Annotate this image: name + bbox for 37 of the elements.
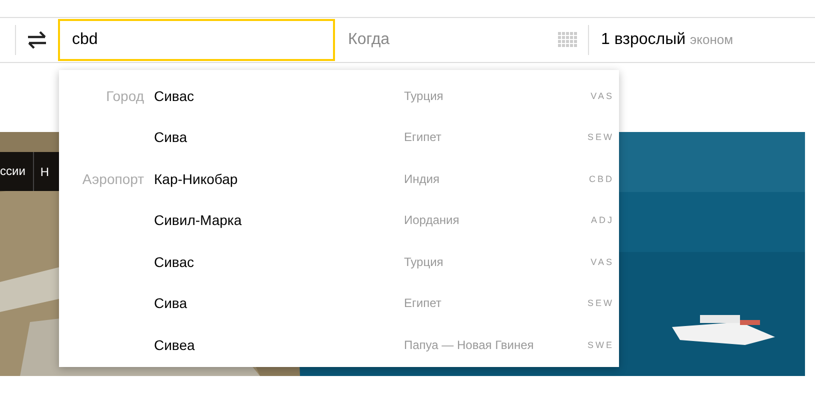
suggestion-item[interactable]: Сивеа Папуа — Новая Гвинея SWE xyxy=(59,324,619,366)
suggestion-item[interactable]: Сивил-Марка Иордания ADJ xyxy=(59,200,619,241)
airport-code: VAS xyxy=(590,90,614,101)
place-name: Сивеа xyxy=(154,336,196,353)
place-name: Сивас xyxy=(154,254,195,270)
country-name: Турция xyxy=(404,88,444,103)
group-label: Город xyxy=(106,88,144,104)
place-name: Сива xyxy=(154,129,188,146)
suggestion-item[interactable]: Сива Египет SEW xyxy=(59,116,619,158)
place-name: Сивас xyxy=(154,88,195,104)
group-label: Аэропорт xyxy=(82,170,144,187)
airport-code: CBD xyxy=(588,174,614,184)
suggestion-item[interactable]: Город Сивас Турция VAS xyxy=(59,75,619,116)
airport-code: ADJ xyxy=(590,215,614,226)
nav-link[interactable]: ссии xyxy=(0,152,34,191)
date-field[interactable]: Когда xyxy=(348,31,578,49)
suggestion-item[interactable]: Аэропорт Кар-Никобар Индия CBD xyxy=(59,158,619,200)
country-name: Турция xyxy=(404,254,444,269)
suggestion-item[interactable]: Сива Египет SEW xyxy=(59,282,619,324)
country-name: Египет xyxy=(404,296,442,310)
country-name: Индия xyxy=(404,172,440,186)
swap-icon[interactable] xyxy=(26,30,48,50)
suggestion-item[interactable]: Сивас Турция VAS xyxy=(59,241,619,282)
nav-link[interactable]: Н xyxy=(40,164,56,178)
airport-code: SEW xyxy=(586,298,614,308)
country-name: Египет xyxy=(404,130,442,144)
country-name: Иордания xyxy=(404,213,460,228)
calendar-icon xyxy=(558,32,578,48)
place-name: Кар-Никобар xyxy=(154,170,239,187)
passengers-selector[interactable]: 1 взрослый эконом xyxy=(601,31,734,49)
airport-code: SEW xyxy=(586,132,614,142)
airport-code: VAS xyxy=(590,256,614,267)
place-name: Сивил-Марка xyxy=(154,212,243,228)
from-field[interactable]: cbd xyxy=(58,19,335,61)
country-name: Папуа — Новая Гвинея xyxy=(404,338,535,352)
airport-code: SWE xyxy=(586,340,614,350)
place-name: Сива xyxy=(154,295,188,312)
